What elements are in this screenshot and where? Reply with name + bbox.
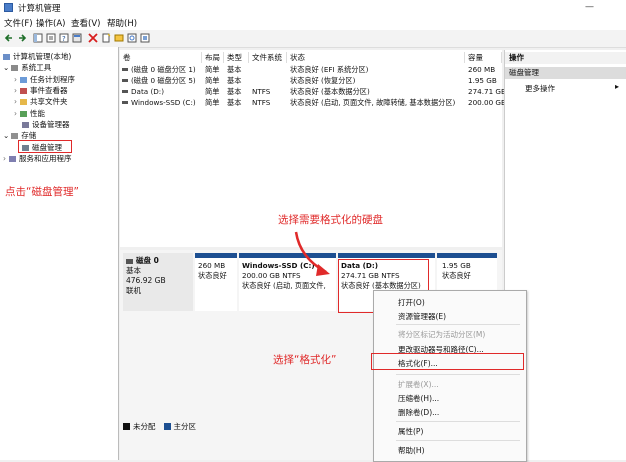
menu-item-extend: 扩展卷(X)... xyxy=(398,380,439,389)
menu-item-format[interactable]: 格式化(F)... xyxy=(398,358,438,369)
annotation-arrows xyxy=(294,231,414,357)
menu-separator xyxy=(396,374,520,375)
menu-item-properties[interactable]: 属性(P) xyxy=(398,426,423,437)
context-menu: 打开(O) 资源管理器(E) 将分区标记为活动分区(M) 更改驱动器号和路径(C… xyxy=(371,290,527,462)
menu-item-delete[interactable]: 删除卷(D)... xyxy=(398,407,439,418)
format-highlight xyxy=(371,353,524,370)
menu-separator xyxy=(396,324,520,325)
menu-separator xyxy=(396,421,520,422)
menu-separator xyxy=(396,440,520,441)
menu-item-open[interactable]: 打开(O) xyxy=(398,297,425,308)
menu-item-shrink[interactable]: 压缩卷(H)... xyxy=(398,393,439,404)
menu-item-mark-active: 将分区标记为活动分区(M) xyxy=(398,330,486,339)
menu-item-explore[interactable]: 资源管理器(E) xyxy=(398,311,446,322)
menu-item-help[interactable]: 帮助(H) xyxy=(398,445,425,456)
